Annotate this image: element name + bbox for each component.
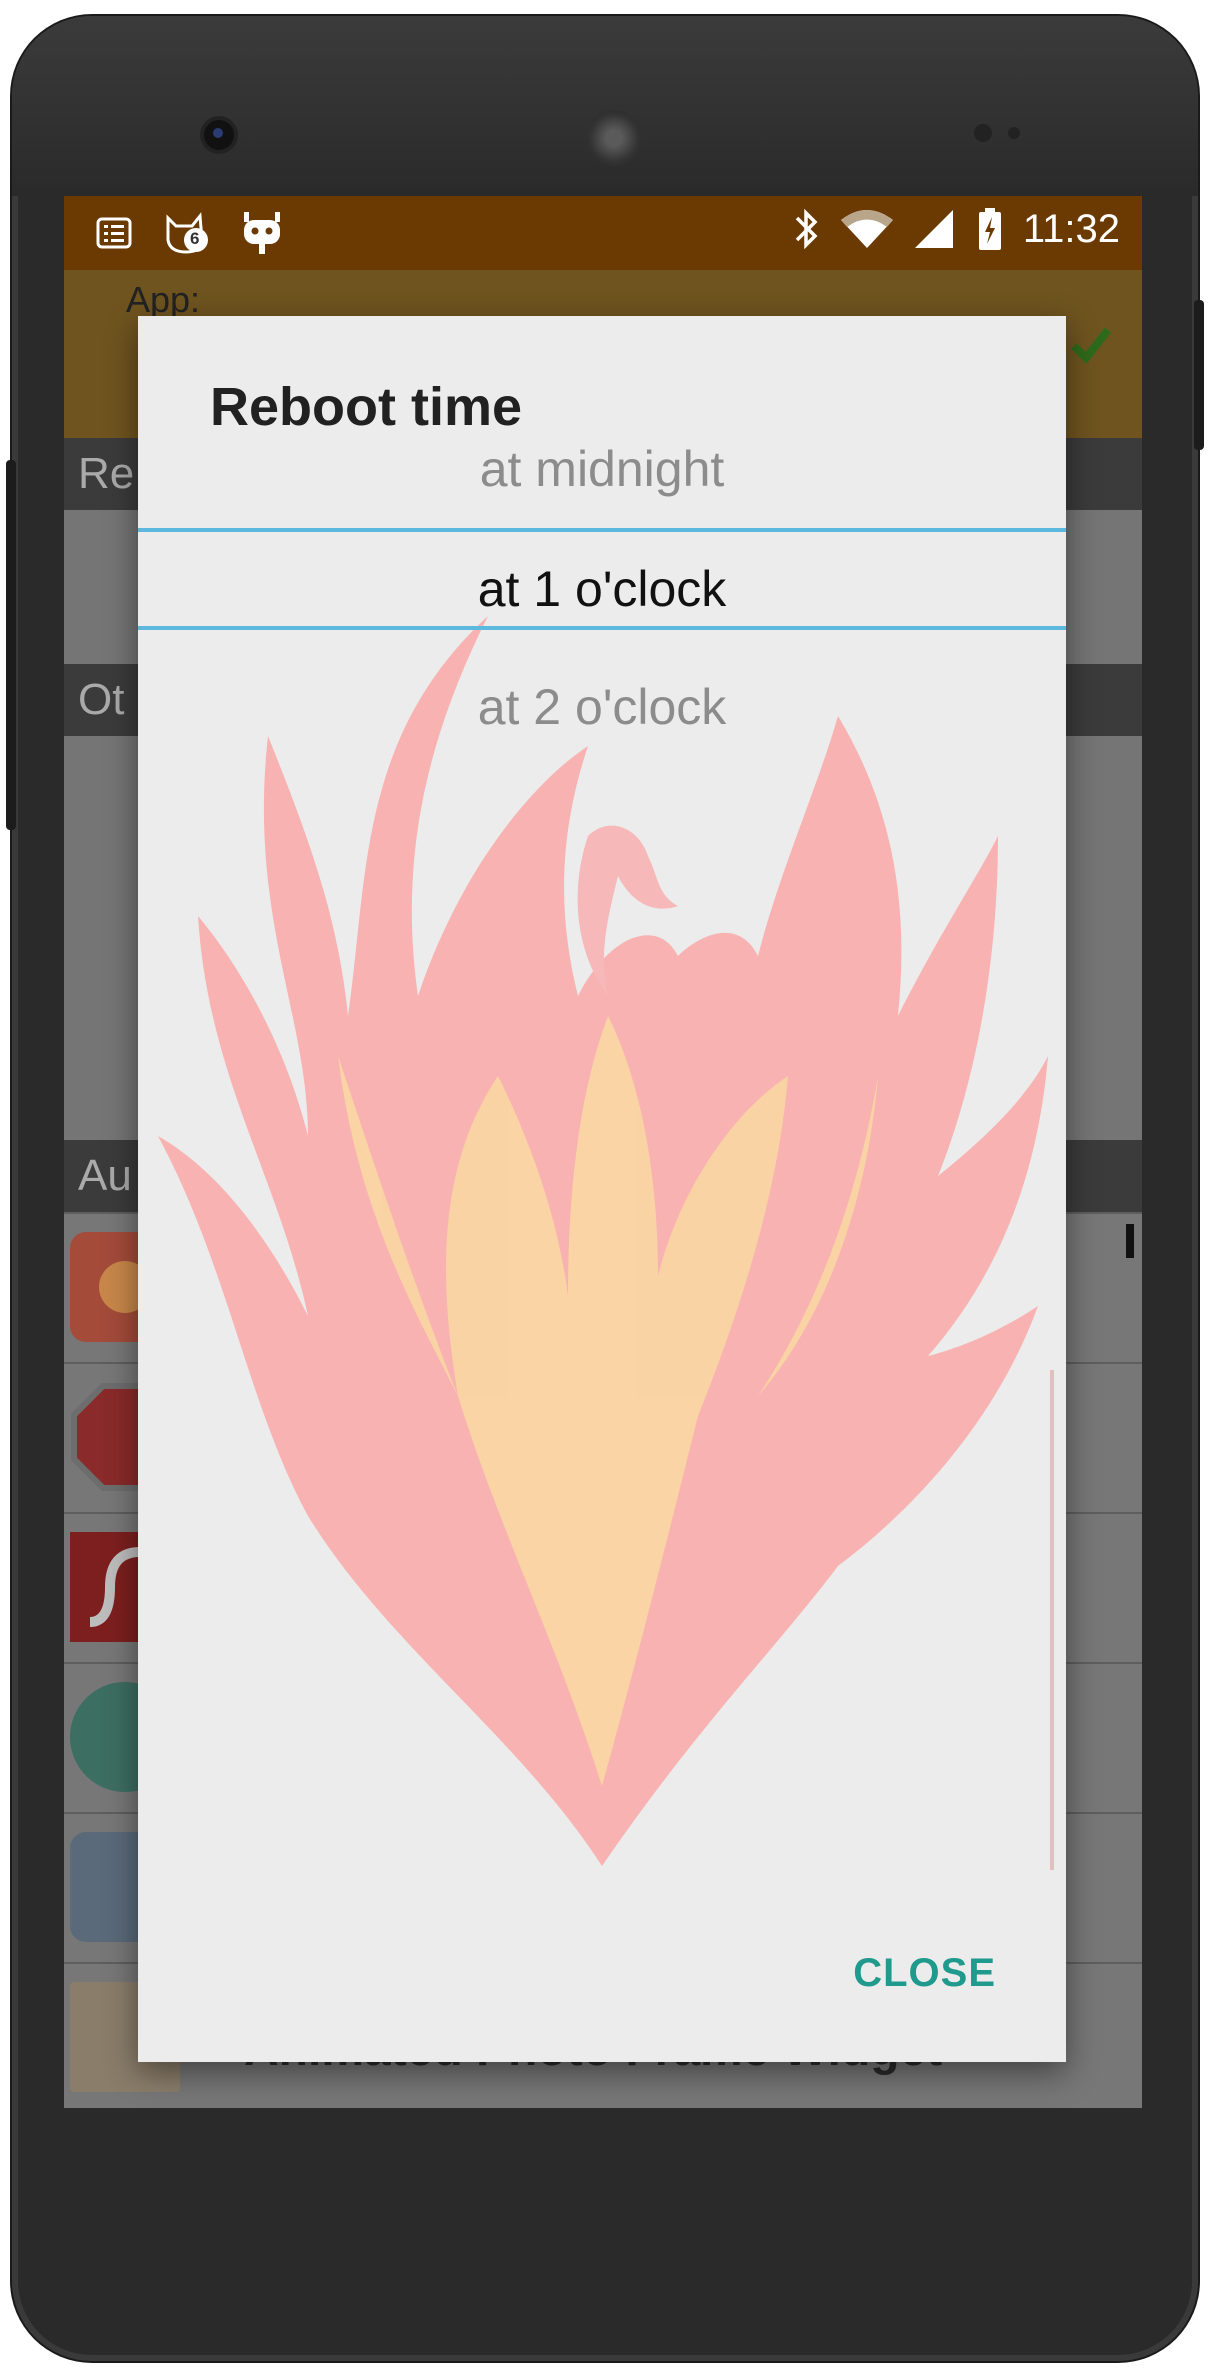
dialog-scrollbar[interactable]: [1050, 1370, 1054, 1870]
power-button[interactable]: [1194, 300, 1204, 450]
dialog-title: Reboot time: [210, 377, 523, 437]
scroll-indicator: [1126, 1224, 1134, 1258]
volume-rocker[interactable]: [6, 460, 16, 830]
cat-notification-icon: 6: [162, 210, 212, 256]
earpiece-speaker: [586, 110, 642, 166]
picker-option-next[interactable]: at 2 o'clock: [138, 678, 1066, 736]
wifi-icon: [840, 210, 893, 248]
picker-divider-bottom: [138, 626, 1066, 630]
cell-signal-icon: [914, 210, 953, 248]
status-bar: 6 11:32: [64, 196, 1142, 270]
picker-option-selected[interactable]: at 1 o'clock: [138, 560, 1066, 618]
section-label: Ot: [78, 675, 125, 724]
notification-badge: 6: [190, 229, 200, 248]
picker-option-previous[interactable]: at midnight: [138, 440, 1066, 498]
proximity-sensor: [974, 124, 992, 142]
battery-charging-icon: [978, 208, 1001, 250]
section-label: Au: [78, 1151, 132, 1200]
reboot-time-dialog: Reboot time at midnight at 1 o'clock at …: [138, 316, 1066, 2062]
bluetooth-icon: [795, 208, 818, 250]
checkmark-icon: [1071, 327, 1112, 365]
status-time: 11:32: [1022, 206, 1120, 251]
phone-top-bezel: [12, 16, 1198, 196]
close-button[interactable]: CLOSE: [853, 1951, 996, 1996]
section-label: Re: [78, 449, 135, 498]
front-camera: [204, 120, 234, 150]
task-list-icon: [96, 217, 132, 249]
light-sensor: [1008, 127, 1020, 139]
picker-divider-top: [138, 528, 1066, 532]
cyanogen-mod-icon: [244, 212, 280, 254]
